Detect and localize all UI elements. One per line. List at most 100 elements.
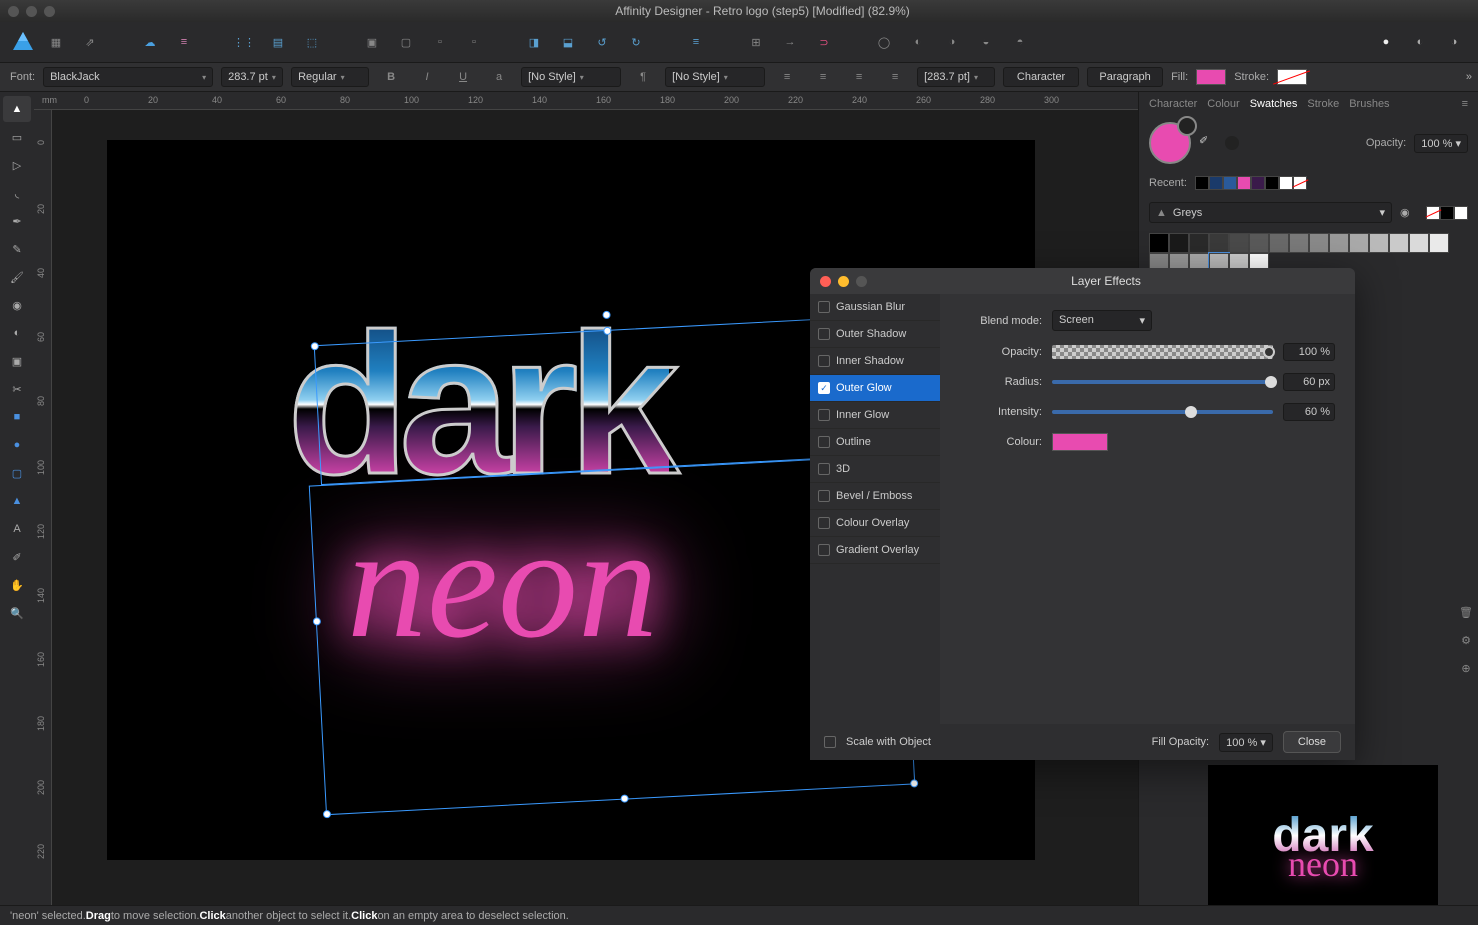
align-center-icon[interactable]: ≡ — [809, 63, 837, 91]
tab-colour[interactable]: Colour — [1207, 98, 1239, 110]
zoom-window[interactable] — [44, 6, 55, 17]
vertical-ruler[interactable]: 020406080100120140160180200220 — [34, 110, 52, 925]
paragraph-panel-button[interactable]: Paragraph — [1087, 67, 1163, 87]
fx-gaussian-blur[interactable]: Gaussian Blur — [810, 294, 940, 321]
scale-checkbox[interactable] — [824, 736, 836, 748]
view-outline-icon[interactable]: ◑ — [1440, 28, 1468, 56]
leading-select[interactable]: [283.7 pt]▾ — [917, 67, 995, 87]
typography-icon[interactable]: a — [485, 63, 513, 91]
view-split-icon[interactable]: ◐ — [1406, 28, 1434, 56]
dialog-titlebar[interactable]: Layer Effects — [810, 268, 1355, 294]
minimize-window[interactable] — [26, 6, 37, 17]
text-tool-icon[interactable]: A — [3, 516, 31, 542]
stroke-swatch[interactable] — [1277, 69, 1307, 85]
fx-opacity-slider[interactable] — [1052, 345, 1273, 359]
tab-brushes[interactable]: Brushes — [1349, 98, 1389, 110]
grid-perspective-icon[interactable]: ⬚ — [298, 28, 326, 56]
zoom-tool-icon[interactable]: 🔍 — [3, 600, 31, 626]
neon-text-object[interactable]: neon — [347, 490, 658, 675]
close-window[interactable] — [8, 6, 19, 17]
boolean-add-icon[interactable]: ◯ — [870, 28, 898, 56]
radius-value[interactable]: 60 px — [1283, 373, 1335, 391]
align-icon[interactable]: ≡ — [682, 28, 710, 56]
tab-swatches[interactable]: Swatches — [1250, 98, 1298, 110]
crop-tool-icon[interactable]: ✂ — [3, 376, 31, 402]
special-swatches[interactable] — [1426, 206, 1468, 220]
persona-pixel-icon[interactable]: ▦ — [42, 28, 70, 56]
stripes-icon[interactable]: ≡ — [170, 28, 198, 56]
intensity-slider[interactable] — [1052, 410, 1273, 414]
dark-text-object[interactable]: dark — [287, 290, 669, 520]
hand-tool-icon[interactable]: ✋ — [3, 572, 31, 598]
align-right-icon[interactable]: ≡ — [845, 63, 873, 91]
glow-colour-swatch[interactable] — [1052, 433, 1108, 451]
radius-slider[interactable] — [1052, 380, 1273, 384]
character-panel-button[interactable]: Character — [1003, 67, 1079, 87]
palette-options-icon[interactable]: ◉ — [1400, 206, 1418, 219]
boolean-intersect-icon[interactable]: ◑ — [938, 28, 966, 56]
recent-swatches[interactable] — [1195, 176, 1307, 190]
grid-boxes-icon[interactable]: ▤ — [264, 28, 292, 56]
boolean-divide-icon[interactable]: ◓ — [1006, 28, 1034, 56]
fill-tool-icon[interactable]: ◉ — [3, 292, 31, 318]
fx-colour-overlay[interactable]: Colour Overlay — [810, 510, 940, 537]
tab-stroke[interactable]: Stroke — [1307, 98, 1339, 110]
bold-icon[interactable]: B — [377, 63, 405, 91]
fill-stroke-selector[interactable] — [1149, 122, 1191, 164]
fillopacity-select[interactable]: 100 % ▾ — [1219, 733, 1273, 752]
sampled-colour-icon[interactable] — [1225, 136, 1239, 150]
fx-inner-shadow[interactable]: Inner Shadow — [810, 348, 940, 375]
fx-gradient-overlay[interactable]: Gradient Overlay — [810, 537, 940, 564]
view-single-icon[interactable]: ● — [1372, 28, 1400, 56]
boolean-xor-icon[interactable]: ◒ — [972, 28, 1000, 56]
place-image-tool-icon[interactable]: ▣ — [3, 348, 31, 374]
underline-icon[interactable]: U — [449, 63, 477, 91]
parastyle-icon[interactable]: ¶ — [629, 63, 657, 91]
fx-outer-glow[interactable]: ✓Outer Glow — [810, 375, 940, 402]
corner-tool-icon[interactable]: ◟ — [3, 180, 31, 206]
artboard-tool-icon[interactable]: ▭ — [3, 124, 31, 150]
fx-bevel-emboss[interactable]: Bevel / Emboss — [810, 483, 940, 510]
flip-v-icon[interactable]: ⬓ — [554, 28, 582, 56]
tab-character[interactable]: Character — [1149, 98, 1197, 110]
snap-grid-icon[interactable]: ⊞ — [742, 28, 770, 56]
rounded-rect-tool-icon[interactable]: ▢ — [3, 460, 31, 486]
horizontal-ruler[interactable]: mm 0204060801001201401601802002202402602… — [34, 92, 1138, 110]
arrange-front-icon[interactable]: ▣ — [358, 28, 386, 56]
pencil-tool-icon[interactable]: ✎ — [3, 236, 31, 262]
eyedropper-icon[interactable]: ✐ — [1199, 134, 1217, 152]
transparency-tool-icon[interactable]: ◐ — [3, 320, 31, 346]
rotate-cw-icon[interactable]: ↻ — [622, 28, 650, 56]
font-size-select[interactable]: 283.7 pt▾ — [221, 67, 283, 87]
intensity-value[interactable]: 60 % — [1283, 403, 1335, 421]
arrange-forward-icon[interactable]: ▫ — [426, 28, 454, 56]
ellipse-tool-icon[interactable]: ● — [3, 432, 31, 458]
eyedropper-tool-icon[interactable]: ✐ — [3, 544, 31, 570]
align-justify-icon[interactable]: ≡ — [881, 63, 909, 91]
fx-inner-glow[interactable]: Inner Glow — [810, 402, 940, 429]
dlg-min-icon[interactable] — [838, 276, 849, 287]
fx-3d[interactable]: 3D — [810, 456, 940, 483]
italic-icon[interactable]: I — [413, 63, 441, 91]
arrange-backward-icon[interactable]: ▫ — [460, 28, 488, 56]
triangle-tool-icon[interactable]: ▲ — [3, 488, 31, 514]
font-weight-select[interactable]: Regular▾ — [291, 67, 369, 87]
dlg-zoom-icon[interactable] — [856, 276, 867, 287]
grid-dots-icon[interactable]: ⋮⋮ — [230, 28, 258, 56]
overflow-chevron-icon[interactable]: » — [1466, 71, 1472, 83]
layer-preview[interactable]: dark neon — [1208, 765, 1438, 905]
font-family-select[interactable]: BlackJack▾ — [43, 67, 213, 87]
brush-tool-icon[interactable]: 🖌 — [3, 264, 31, 290]
boolean-subtract-icon[interactable]: ◐ — [904, 28, 932, 56]
align-left-icon[interactable]: ≡ — [773, 63, 801, 91]
window-controls[interactable] — [8, 6, 55, 17]
pen-tool-icon[interactable]: ✒ — [3, 208, 31, 234]
options-icon[interactable]: ⚙ — [1456, 630, 1476, 650]
opacity-select[interactable]: 100 % ▾ — [1414, 134, 1468, 153]
palette-select[interactable]: ▲Greys▾ — [1149, 202, 1392, 223]
node-tool-icon[interactable]: ▷ — [3, 152, 31, 178]
parastyle-select[interactable]: [No Style]▾ — [665, 67, 765, 87]
move-tool-icon[interactable]: ▲ — [3, 96, 31, 122]
rectangle-tool-icon[interactable]: ■ — [3, 404, 31, 430]
fill-swatch[interactable] — [1196, 69, 1226, 85]
